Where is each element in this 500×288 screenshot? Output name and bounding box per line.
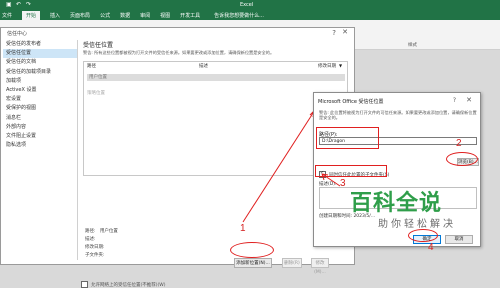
column-modified[interactable]: 修改日期 (318, 63, 336, 69)
window-title: Excel (240, 2, 254, 8)
tab-data[interactable]: 数据 (120, 12, 130, 19)
styles-group-label: 样式 (408, 43, 417, 48)
annotation-number-2: 2 (456, 138, 462, 149)
nav-macro-settings[interactable]: 宏设置 (3, 95, 77, 104)
location-warning: 警告: 此位置将被视为打开文件的可信任来源。如果要更改或添加位置，请确保新位置是… (319, 110, 477, 120)
tab-home[interactable]: 开始 (22, 10, 41, 20)
sort-icon: ▼ (339, 63, 343, 68)
location-close-icon[interactable]: ✕ (466, 96, 472, 104)
panel-warning: 警告: 所有这些位置都被视为打开文件的受信任来源。如果要更改或添加位置，请确保新… (83, 50, 275, 55)
tab-file[interactable]: 文件 (2, 12, 12, 19)
allow-network-label: 允许网络上的受信任位置(不推荐)(W) (91, 282, 166, 288)
allow-network-locations[interactable]: 允许网络上的受信任位置(不推荐)(W) (81, 281, 165, 288)
title-bar: ▣ ↶ ↷ Excel (0, 0, 500, 10)
location-dialog-title: Microsoft Office 受信任位置 (318, 99, 384, 105)
allow-network-checkbox[interactable] (81, 281, 88, 288)
watermark: 百科全说 助你轻松解决 (350, 185, 490, 230)
close-icon[interactable]: ✕ (342, 28, 348, 36)
ribbon-tabs: 文件 开始 插入 页面布局 公式 数据 审阅 视图 开发工具 告诉我您想要做什么… (0, 10, 500, 20)
nav-addins[interactable]: 加载项 (3, 77, 77, 86)
policy-locations-group: 策略位置 (87, 91, 105, 96)
column-path[interactable]: 路径 (87, 63, 96, 69)
watermark-title: 百科全说 (350, 191, 443, 216)
modify-button[interactable]: 修改(M)... (311, 258, 329, 275)
annotation-arrow-1 (242, 109, 316, 223)
annotation-ellipse-ok (408, 229, 438, 242)
nav-activex-settings[interactable]: ActiveX 设置 (3, 86, 77, 95)
annotation-ellipse-add (230, 242, 274, 258)
help-icon[interactable]: ? (332, 29, 336, 37)
nav-privacy-options[interactable]: 隐私选项 (3, 141, 77, 150)
trust-center-nav: 受信任的发布者 受信任位置 受信任的文档 受信任的加载项目录 加载项 Activ… (3, 40, 78, 260)
nav-trusted-addin-catalogs[interactable]: 受信任的加载项目录 (3, 68, 77, 77)
detail-path-label: 路径: (85, 229, 96, 234)
detail-description-label: 描述: (85, 237, 96, 242)
nav-trusted-locations[interactable]: 受信任位置 (3, 49, 77, 59)
nav-external-content[interactable]: 外部内容 (3, 123, 77, 132)
annotation-arrow-3 (321, 173, 341, 187)
add-new-location-button[interactable]: 添加新位置(N)... (234, 258, 272, 268)
tab-page-layout[interactable]: 页面布局 (70, 12, 90, 19)
tab-formulas[interactable]: 公式 (100, 12, 110, 19)
annotation-ellipse-browse (446, 152, 478, 166)
column-description[interactable]: 描述 (199, 63, 208, 69)
tell-me-search[interactable]: 告诉我您想要做什么... (214, 12, 264, 19)
detail-path-value: 用户位置 (99, 229, 118, 234)
undo-icon[interactable]: ↶ (16, 1, 21, 8)
detail-modified-label: 修改日期: (85, 245, 105, 250)
tab-developer[interactable]: 开发工具 (180, 12, 200, 19)
redo-icon[interactable]: ↷ (26, 1, 31, 8)
nav-protected-view[interactable]: 受保护的视图 (3, 104, 77, 113)
nav-trusted-publishers[interactable]: 受信任的发布者 (3, 40, 77, 49)
cancel-button[interactable]: 取消 (445, 235, 473, 244)
user-locations-group: 用户位置 (87, 74, 345, 81)
nav-message-bar[interactable]: 消息栏 (3, 114, 77, 123)
dialog-title: 信任中心 (7, 31, 28, 37)
location-help-icon[interactable]: ? (453, 97, 456, 104)
annotation-box-path (316, 127, 379, 149)
panel-heading: 受信任位置 (83, 42, 114, 49)
detail-subfolders-label: 子文件夹: (85, 253, 105, 258)
location-details: 路径: 用户位置 描述: 修改日期: 子文件夹: (85, 228, 235, 260)
nav-file-block-settings[interactable]: 文件阻止设置 (3, 132, 77, 141)
remove-button[interactable]: 删除(R) (282, 258, 302, 268)
annotation-number-4: 4 (428, 242, 434, 253)
tab-view[interactable]: 视图 (160, 12, 170, 19)
tab-insert[interactable]: 插入 (50, 12, 60, 19)
save-icon[interactable]: ▣ (6, 1, 12, 8)
nav-trusted-documents[interactable]: 受信任的文档 (3, 58, 77, 67)
watermark-subtitle: 助你轻松解决 (378, 219, 456, 230)
tab-review[interactable]: 审阅 (140, 12, 150, 19)
